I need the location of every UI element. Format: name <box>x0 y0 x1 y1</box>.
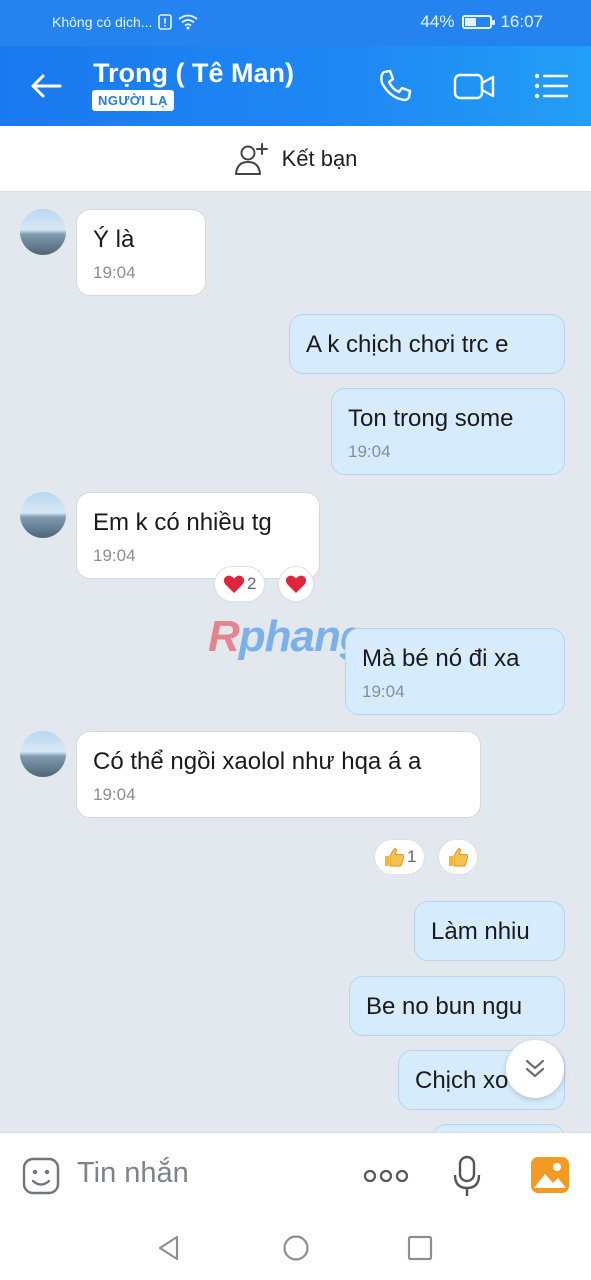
message-bubble-outgoing[interactable]: Mà bé nó đi xa 19:04 <box>345 628 565 716</box>
message-bubble-outgoing[interactable]: Be no bun ngu <box>349 976 565 1037</box>
message-bubble-outgoing[interactable]: Làm nhiu <box>414 901 565 962</box>
message-text: Mà bé nó đi xa <box>362 645 520 672</box>
message-text: Làm nhiu <box>431 918 530 945</box>
message-input[interactable]: Tin nhắn <box>77 1157 189 1190</box>
back-arrow-icon[interactable] <box>28 68 64 104</box>
reaction-count: 1 <box>407 847 417 866</box>
message-text: Be no bun ngu <box>366 993 523 1020</box>
message-text: Có thể ngồi xaolol như hqa á a <box>93 748 422 775</box>
add-friend-icon <box>234 142 268 175</box>
thumbs-up-icon <box>385 848 405 867</box>
avatar[interactable] <box>20 492 66 538</box>
avatar[interactable] <box>20 209 66 255</box>
heart-icon <box>285 575 307 593</box>
battery-level <box>465 18 477 26</box>
avatar[interactable] <box>20 731 66 777</box>
react-button[interactable] <box>278 566 314 602</box>
reaction-count: 2 <box>247 574 257 593</box>
message-text: Ý là <box>93 226 135 253</box>
reaction-summary[interactable]: 1 <box>374 839 426 875</box>
message-text: A k chịch chơi trc e <box>306 331 509 358</box>
nav-home-icon[interactable] <box>282 1234 310 1262</box>
contact-name[interactable]: Trọng ( Tê Man) <box>93 58 294 89</box>
sim-alert-icon <box>158 14 173 30</box>
message-bubble-outgoing[interactable] <box>432 1124 565 1132</box>
message-time: 19:04 <box>93 263 136 283</box>
message-text: Ton trong some <box>348 405 514 432</box>
status-bar: Không có dịch... 44% 16:07 <box>0 0 591 46</box>
message-bubble-incoming[interactable]: Có thể ngồi xaolol như hqa á a 19:04 <box>76 731 481 819</box>
phone-icon[interactable] <box>375 66 415 106</box>
chat-header: Trọng ( Tê Man) NGƯỜI LẠ <box>0 46 591 126</box>
sticker-icon[interactable] <box>22 1157 60 1195</box>
menu-list-icon[interactable] <box>532 66 570 106</box>
message-bubble-incoming[interactable]: Ý là 19:04 <box>76 209 206 297</box>
reaction-summary[interactable]: 2 <box>214 566 266 602</box>
battery-icon <box>462 15 496 29</box>
chat-area[interactable]: Ý là 19:04 A k chịch chơi trc e Ton tron… <box>0 192 591 1132</box>
system-navigation-bar <box>0 1218 591 1280</box>
wifi-icon <box>178 14 198 30</box>
message-time: 19:04 <box>348 442 391 462</box>
nav-back-icon[interactable] <box>155 1234 183 1262</box>
stranger-badge: NGƯỜI LẠ <box>92 90 174 111</box>
heart-icon <box>223 575 245 593</box>
message-text: Em k có nhiều tg <box>93 509 272 536</box>
carrier-text: Không có dịch... <box>52 14 153 30</box>
nav-recents-icon[interactable] <box>407 1235 433 1261</box>
video-call-icon[interactable] <box>452 66 496 106</box>
message-time: 19:04 <box>93 785 136 805</box>
microphone-icon[interactable] <box>452 1155 482 1199</box>
message-text: Chịch xo <box>415 1067 509 1094</box>
scroll-to-bottom-button[interactable] <box>506 1040 564 1098</box>
double-chevron-down-icon <box>525 1059 545 1078</box>
message-bubble-outgoing[interactable]: A k chịch chơi trc e <box>289 314 565 375</box>
more-options-icon[interactable] <box>363 1165 409 1187</box>
image-gallery-icon[interactable] <box>529 1155 571 1195</box>
add-friend-bar[interactable]: Kết bạn <box>0 126 591 192</box>
message-time: 19:04 <box>362 682 405 702</box>
thumbs-up-icon <box>449 848 469 867</box>
add-friend-label[interactable]: Kết bạn <box>282 146 358 172</box>
status-left: Không có dịch... <box>52 14 198 30</box>
watermark-logo: Rphang <box>208 612 367 661</box>
message-time: 19:04 <box>93 546 136 566</box>
react-button[interactable] <box>438 839 478 875</box>
status-right: 44% 16:07 <box>420 12 543 32</box>
message-bubble-incoming[interactable]: Em k có nhiều tg 19:04 <box>76 492 320 580</box>
battery-percent: 44% <box>420 12 455 31</box>
message-input-bar: Tin nhắn <box>0 1132 591 1218</box>
message-bubble-outgoing[interactable]: Ton trong some 19:04 <box>331 388 565 476</box>
clock: 16:07 <box>500 12 543 31</box>
